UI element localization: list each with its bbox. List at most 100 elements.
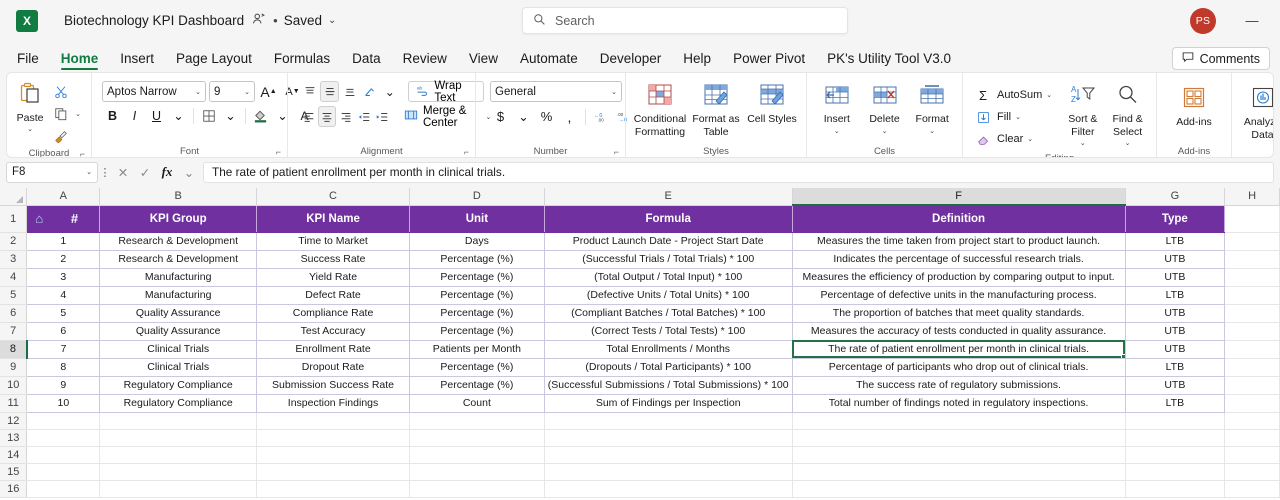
tab-page-layout[interactable]: Page Layout	[165, 48, 263, 72]
cell-a14[interactable]	[26, 446, 101, 464]
cell-e15[interactable]	[544, 463, 793, 481]
tab-formulas[interactable]: Formulas	[263, 48, 341, 72]
cell-f7[interactable]: Measures the accuracy of tests conducted…	[792, 322, 1126, 341]
row-header-2[interactable]: 2	[0, 232, 28, 251]
copy-button[interactable]: ⌄	[47, 104, 85, 124]
cell-b5[interactable]: Manufacturing	[99, 286, 258, 305]
fill-color-button[interactable]	[250, 105, 271, 126]
cell-e2[interactable]: Product Launch Date - Project Start Date	[544, 232, 793, 251]
cell-b14[interactable]	[99, 446, 258, 464]
row-header-10[interactable]: 10	[0, 376, 28, 395]
cell-h6[interactable]	[1224, 304, 1280, 323]
cell-a15[interactable]	[26, 463, 101, 481]
row-header-4[interactable]: 4	[0, 268, 28, 287]
cell-f13[interactable]	[792, 429, 1126, 447]
chevron-down-icon[interactable]: ⌄	[929, 126, 935, 139]
cell-d12[interactable]	[409, 412, 545, 430]
cell-d3[interactable]: Percentage (%)	[409, 250, 545, 269]
chevron-down-icon[interactable]: ⌄	[882, 126, 888, 139]
cell-d8[interactable]: Patients per Month	[409, 340, 545, 359]
cell-h2[interactable]	[1224, 232, 1280, 251]
column-header-h[interactable]: H	[1224, 188, 1280, 206]
cell-e12[interactable]	[544, 412, 793, 430]
cell-a13[interactable]	[26, 429, 101, 447]
cell-d9[interactable]: Percentage (%)	[409, 358, 545, 377]
cell-f6[interactable]: The proportion of batches that meet qual…	[792, 304, 1126, 323]
cell-f16[interactable]	[792, 480, 1126, 498]
cell-f4[interactable]: Measures the efficiency of production by…	[792, 268, 1126, 287]
accounting-dropdown-icon[interactable]: ⌄	[513, 106, 534, 127]
cell-h5[interactable]	[1224, 286, 1280, 305]
cell-g11[interactable]: LTB	[1125, 394, 1226, 413]
row-header-12[interactable]: 12	[0, 412, 28, 430]
tab-file[interactable]: File	[6, 48, 50, 72]
chevron-down-icon[interactable]: ⌄	[75, 110, 81, 118]
cell-h3[interactable]	[1224, 250, 1280, 269]
cell-b9[interactable]: Clinical Trials	[99, 358, 258, 377]
cell-f8-active[interactable]: The rate of patient enrollment per month…	[792, 340, 1126, 359]
cell-f10[interactable]: The success rate of regulatory submissio…	[792, 376, 1126, 395]
font-name-combo[interactable]: Aptos Narrow ⌄	[102, 81, 206, 102]
cell-g4[interactable]: UTB	[1125, 268, 1226, 287]
tab-home[interactable]: Home	[50, 48, 110, 72]
cell-a10[interactable]: 9	[26, 376, 101, 395]
clear-button[interactable]: Clear ⌄	[969, 129, 1060, 149]
borders-button[interactable]	[198, 105, 219, 126]
find-select-button[interactable]: Find & Select ⌄	[1105, 80, 1150, 151]
cell-a12[interactable]	[26, 412, 101, 430]
column-header-d[interactable]: D	[409, 188, 545, 206]
dialog-launcher-icon[interactable]: ⌐	[614, 145, 619, 157]
cell-g5[interactable]: LTB	[1125, 286, 1226, 305]
paste-button[interactable]: Paste ⌄	[13, 77, 47, 136]
cell-e6[interactable]: (Compliant Batches / Total Batches) * 10…	[544, 304, 793, 323]
wrap-text-button[interactable]: ab Wrap Text	[408, 80, 485, 104]
cell-e8[interactable]: Total Enrollments / Months	[544, 340, 793, 359]
chevron-down-icon[interactable]: ⌄	[27, 124, 33, 136]
insert-cells-button[interactable]: Insert ⌄	[813, 80, 861, 138]
cell-e16[interactable]	[544, 480, 793, 498]
tab-review[interactable]: Review	[392, 48, 458, 72]
cell-g3[interactable]: UTB	[1125, 250, 1226, 269]
number-format-combo[interactable]: General ⌄	[490, 81, 622, 102]
align-middle-button[interactable]	[320, 81, 340, 102]
row-header-9[interactable]: 9	[0, 358, 28, 377]
tab-data[interactable]: Data	[341, 48, 392, 72]
chevron-down-icon[interactable]: ⌄	[1046, 91, 1052, 99]
align-bottom-button[interactable]	[340, 81, 359, 102]
formula-input[interactable]: The rate of patient enrollment per month…	[203, 161, 1274, 183]
cancel-edit-icon[interactable]: ✕	[112, 165, 134, 180]
cell-a16[interactable]	[26, 480, 101, 498]
row-header-7[interactable]: 7	[0, 322, 28, 341]
row-header-6[interactable]: 6	[0, 304, 28, 323]
cell-b2[interactable]: Research & Development	[99, 232, 258, 251]
align-right-button[interactable]	[337, 106, 354, 127]
cell-e5[interactable]: (Defective Units / Total Units) * 100	[544, 286, 793, 305]
cell-g8[interactable]: UTB	[1125, 340, 1226, 359]
grow-font-button[interactable]: A ▲	[258, 81, 279, 102]
row-header-8[interactable]: 8	[0, 340, 28, 359]
cell-g2[interactable]: LTB	[1125, 232, 1226, 251]
orientation-button[interactable]	[360, 81, 379, 102]
cell-a3[interactable]: 2	[26, 250, 101, 269]
accounting-format-button[interactable]: $	[490, 106, 511, 127]
cell-h11[interactable]	[1224, 394, 1280, 413]
percent-format-button[interactable]: %	[536, 106, 557, 127]
cell-b8[interactable]: Clinical Trials	[99, 340, 258, 359]
column-header-f[interactable]: F	[792, 188, 1126, 206]
chevron-down-icon[interactable]: ⌄	[1027, 135, 1033, 143]
cell-b11[interactable]: Regulatory Compliance	[99, 394, 258, 413]
cell-a5[interactable]: 4	[26, 286, 101, 305]
cell-a6[interactable]: 5	[26, 304, 101, 323]
increase-decimal-button[interactable]: ←0.00	[591, 106, 612, 127]
delete-cells-button[interactable]: Delete ⌄	[861, 80, 909, 138]
select-all-corner[interactable]	[0, 188, 28, 206]
chevron-down-icon[interactable]: ⌄	[834, 126, 840, 139]
cell-f12[interactable]	[792, 412, 1126, 430]
cell-g16[interactable]	[1125, 480, 1226, 498]
name-box-overflow-icon[interactable]: ⋮	[98, 166, 112, 179]
cell-h13[interactable]	[1224, 429, 1280, 447]
cell-c12[interactable]	[256, 412, 410, 430]
cell-c2[interactable]: Time to Market	[256, 232, 410, 251]
cell-b16[interactable]	[99, 480, 258, 498]
cell-e3[interactable]: (Successful Trials / Total Trials) * 100	[544, 250, 793, 269]
